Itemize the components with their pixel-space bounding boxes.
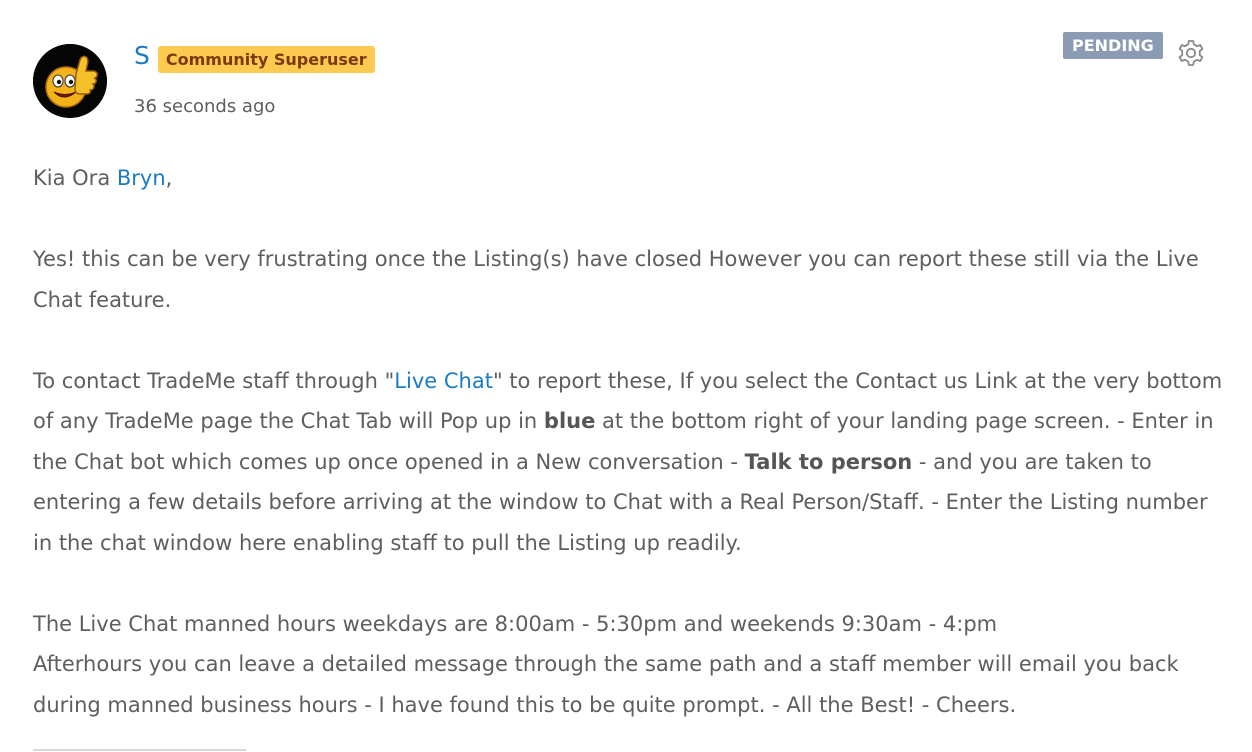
rank-badge: Community Superuser [157,45,375,73]
bold-text: Talk to person [744,449,913,474]
live-chat-link[interactable]: Live Chat [394,369,493,393]
paragraph: Yes! this can be very frustrating once t… [33,247,1199,312]
gear-icon[interactable] [1176,38,1206,68]
greeting-text: Kia Ora [33,166,117,190]
greeting: Kia Ora Bryn, [33,158,1228,199]
post-timestamp: 36 seconds ago [134,96,276,117]
paragraph: The Live Chat manned hours weekdays are … [33,611,998,636]
author-name-link[interactable]: S [134,40,150,72]
post-body: Kia Ora Bryn, Yes! this can be very frus… [33,158,1228,725]
thumbs-up-smiley-icon [33,44,107,118]
avatar[interactable] [33,44,107,118]
paragraph: Afterhours you can leave a detailed mess… [33,652,1179,717]
forum-post: S Community Superuser 36 seconds ago PEN… [0,0,1252,752]
author-line: S Community Superuser [134,40,375,73]
mention-link[interactable]: Bryn [117,166,166,190]
status-badge: PENDING [1063,32,1163,59]
greeting-comma: , [165,166,173,190]
paragraph-text: To contact TradeMe staff through " [33,368,395,393]
bold-text: blue [543,409,596,433]
paragraph: To contact TradeMe staff through "Live C… [33,361,1228,564]
divider [33,749,246,751]
